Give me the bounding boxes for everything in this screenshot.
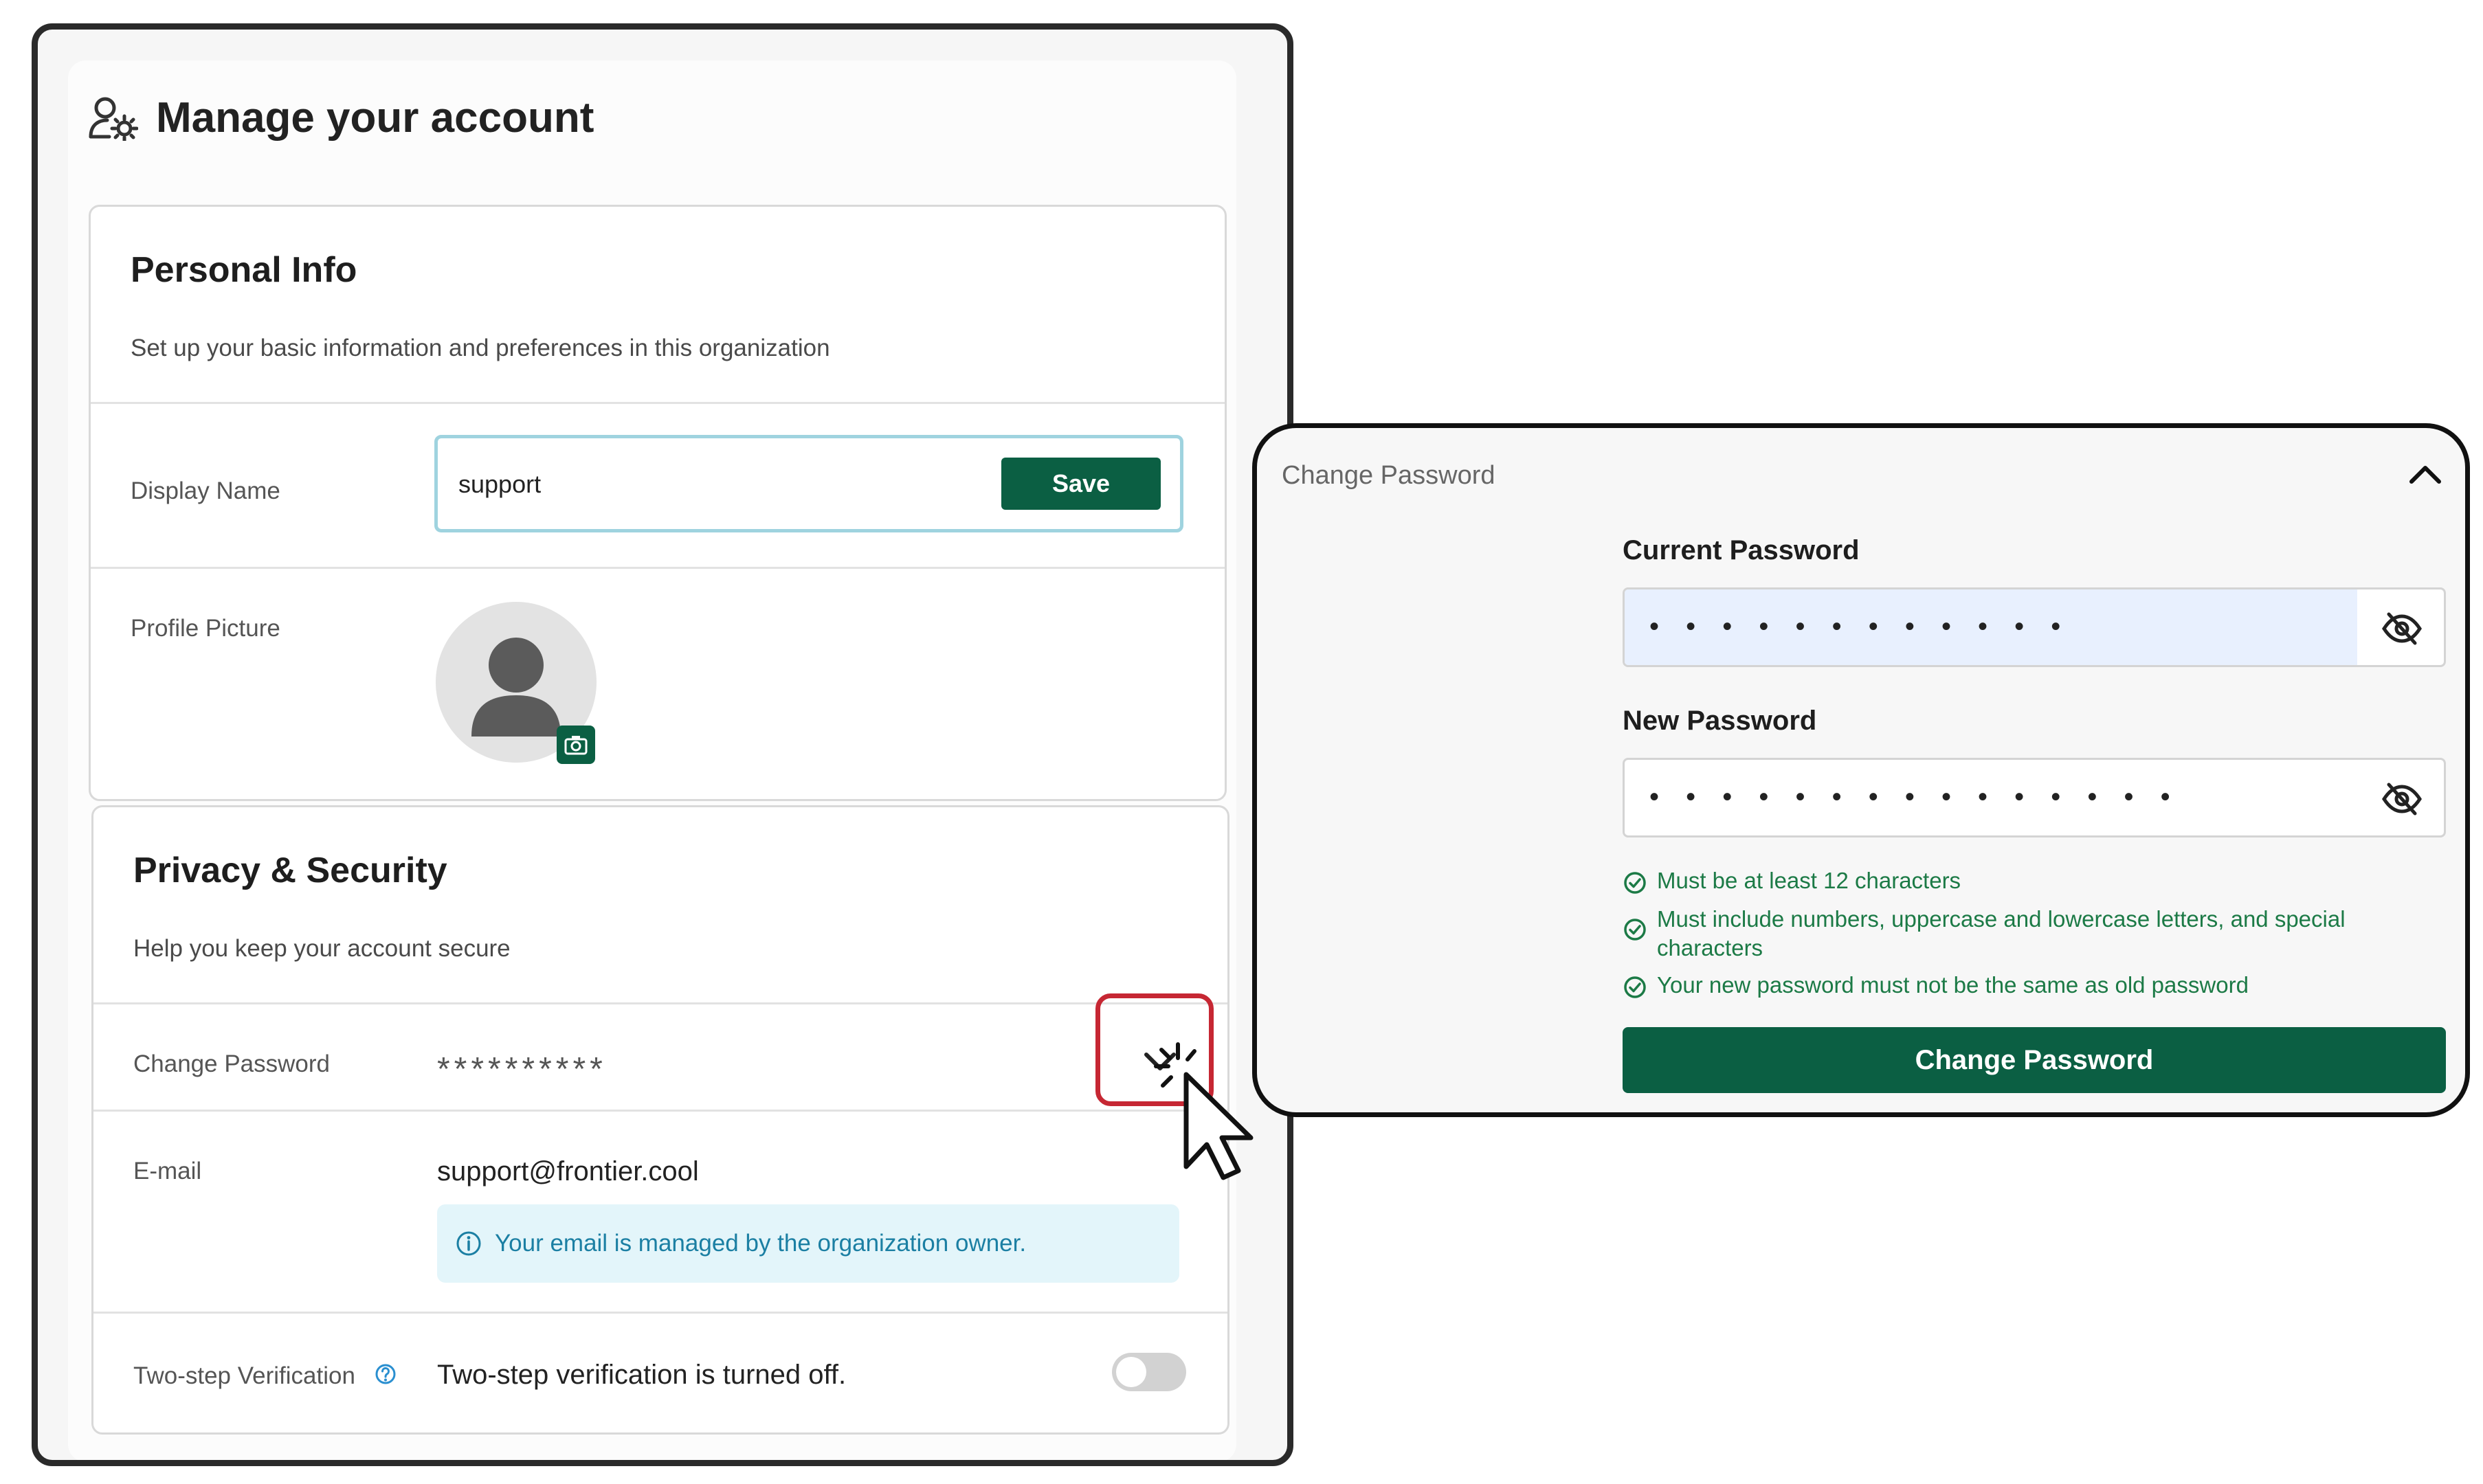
account-page: Manage your account Personal Info Set up… (68, 60, 1236, 1460)
profile-picture-label: Profile Picture (131, 615, 280, 642)
two-step-label: Two-step Verification (133, 1362, 355, 1389)
camera-button[interactable] (557, 726, 595, 764)
display-name-value[interactable]: support (458, 470, 541, 499)
divider (93, 1110, 1227, 1112)
new-password-label: New Password (1623, 706, 1817, 736)
two-step-status: Two-step verification is turned off. (437, 1360, 847, 1390)
email-notice: Your email is managed by the organizatio… (437, 1204, 1179, 1283)
info-icon (456, 1231, 481, 1256)
password-rule: Must include numbers, uppercase and lowe… (1623, 905, 2420, 963)
chevron-up-icon[interactable] (2406, 461, 2445, 488)
new-password-mask: • • • • • • • • • • • • • • • (1649, 782, 2180, 812)
page-title: Manage your account (156, 94, 594, 142)
email-notice-text: Your email is managed by the organizatio… (495, 1230, 1027, 1257)
password-mask: ********** (437, 1051, 607, 1088)
current-password-label: Current Password (1623, 535, 1860, 565)
personal-info-card: Personal Info Set up your basic informat… (89, 205, 1227, 801)
display-name-label: Display Name (131, 477, 280, 504)
current-password-input[interactable]: • • • • • • • • • • • • (1623, 587, 2446, 667)
current-password-mask: • • • • • • • • • • • • (1649, 611, 2071, 642)
email-label: E-mail (133, 1158, 202, 1184)
password-rule: Your new password must not be the same a… (1623, 972, 2249, 1000)
save-button[interactable]: Save (1001, 458, 1161, 510)
personal-info-subtitle: Set up your basic information and prefer… (131, 335, 830, 361)
eye-off-icon[interactable] (2381, 607, 2423, 650)
page-header: Manage your account (89, 93, 594, 142)
change-password-panel: Change Password Current Password • • • •… (1252, 423, 2470, 1117)
divider (91, 402, 1225, 404)
help-icon[interactable] (374, 1362, 397, 1386)
divider (93, 1312, 1227, 1314)
user-gear-icon (89, 97, 138, 141)
change-password-button[interactable]: Change Password (1623, 1027, 2446, 1093)
password-rule-text: Must be at least 12 characters (1657, 868, 1961, 893)
change-password-label: Change Password (133, 1050, 330, 1077)
privacy-subtitle: Help you keep your account secure (133, 935, 511, 962)
email-value: support@frontier.cool (437, 1156, 699, 1187)
password-rule-text: Your new password must not be the same a… (1657, 972, 2249, 998)
eye-off-icon[interactable] (2381, 778, 2423, 820)
two-step-toggle[interactable] (1112, 1353, 1186, 1391)
account-window: Manage your account Personal Info Set up… (32, 23, 1293, 1466)
password-rule-text: Must include numbers, uppercase and lowe… (1657, 906, 2346, 960)
new-password-input[interactable]: • • • • • • • • • • • • • • • (1623, 758, 2446, 837)
toggle-knob (1116, 1357, 1146, 1387)
password-rule: Must be at least 12 characters (1623, 868, 1961, 895)
divider (93, 1002, 1227, 1004)
check-circle-icon (1624, 919, 1646, 941)
camera-icon (564, 736, 588, 755)
privacy-title: Privacy & Security (133, 851, 447, 890)
privacy-security-card: Privacy & Security Help you keep your ac… (91, 805, 1229, 1435)
display-name-input[interactable]: support Save (434, 435, 1183, 532)
check-circle-icon (1624, 976, 1646, 998)
check-circle-icon (1624, 872, 1646, 894)
personal-info-title: Personal Info (131, 250, 357, 290)
divider (91, 567, 1225, 569)
panel-header: Change Password (1282, 461, 1495, 490)
